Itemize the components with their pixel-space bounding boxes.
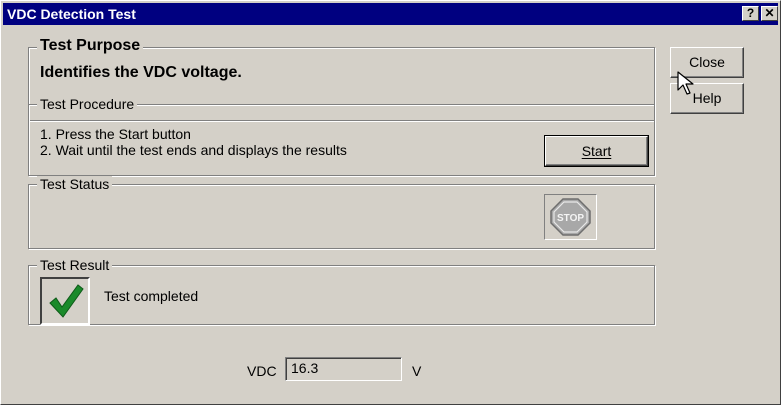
test-procedure-group: Test Procedure 1. Press the Start button… bbox=[28, 96, 655, 176]
window-title: VDC Detection Test bbox=[7, 6, 136, 22]
test-purpose-legend: Test Purpose bbox=[37, 37, 144, 55]
stop-sign-icon: STOP bbox=[544, 194, 597, 240]
titlebar-help-button[interactable]: ? bbox=[742, 6, 759, 21]
procedure-step-2: 2. Wait until the test ends and displays… bbox=[40, 142, 347, 158]
test-result-group: Test Result Test completed bbox=[28, 257, 655, 325]
test-status-legend: Test Status bbox=[37, 176, 113, 192]
vdc-unit: V bbox=[412, 363, 422, 379]
procedure-step-1: 1. Press the Start button bbox=[40, 126, 191, 142]
test-procedure-legend: Test Procedure bbox=[37, 96, 138, 112]
mouse-cursor-icon bbox=[677, 71, 697, 97]
titlebar-close-button[interactable]: ✕ bbox=[761, 6, 778, 21]
close-button-label: Close bbox=[689, 54, 725, 70]
test-result-legend: Test Result bbox=[37, 257, 113, 273]
stop-sign-text: STOP bbox=[557, 213, 584, 224]
question-icon: ? bbox=[746, 6, 755, 20]
checkmark-icon bbox=[40, 277, 90, 325]
vdc-value: 16.3 bbox=[291, 360, 319, 376]
test-purpose-text: Identifies the VDC voltage. bbox=[40, 64, 242, 81]
dialog-window: VDC Detection Test ? ✕ Test Purpose Iden… bbox=[0, 0, 781, 405]
vdc-label: VDC bbox=[247, 363, 277, 379]
start-button-label: Start bbox=[581, 143, 612, 159]
vdc-value-field: 16.3 bbox=[285, 357, 402, 381]
test-result-message: Test completed bbox=[104, 288, 199, 304]
start-button[interactable]: Start bbox=[544, 135, 649, 167]
title-bar[interactable]: VDC Detection Test ? ✕ bbox=[3, 3, 778, 25]
close-icon: ✕ bbox=[764, 6, 775, 20]
